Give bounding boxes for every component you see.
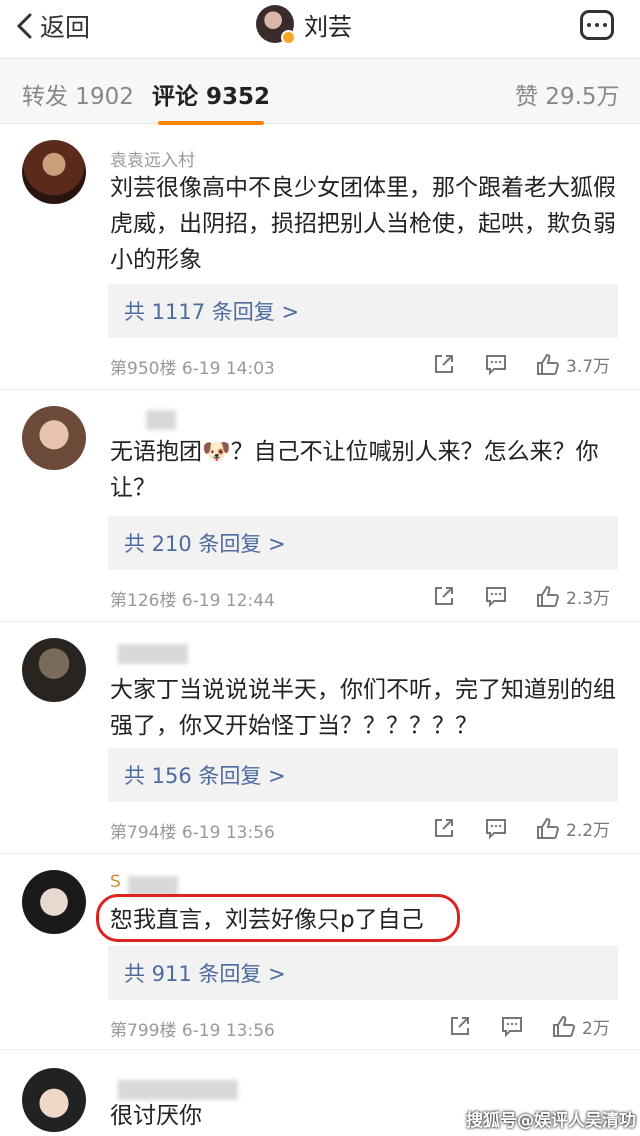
comment-item: 无语抱团🐶？自己不让位喊别人来？怎么来？你让？ 共 210 条回复 > 第126… [0, 390, 640, 622]
share-icon [435, 819, 453, 837]
comment-icon [486, 819, 506, 840]
view-replies-button[interactable]: 共 1117 条回复 > [108, 284, 618, 338]
like-count: 2.2万 [566, 821, 611, 841]
profile-header[interactable]: 刘芸 [256, 4, 352, 45]
like-count: 2.3万 [566, 589, 611, 609]
comment-text: 刘芸很像高中不良少女团体里，那个跟着老大狐假虎威，出阴招，损招把别人当枪使，起哄… [110, 175, 616, 273]
avatar[interactable] [256, 5, 296, 45]
thumbs-up-icon [537, 585, 560, 607]
comment-meta: 第950楼 6-19 14:03 [110, 359, 275, 379]
view-replies-button[interactable]: 共 210 条回复 > [108, 516, 618, 570]
comment-icon [486, 355, 506, 376]
avatar[interactable] [22, 140, 86, 204]
view-replies-button[interactable]: 共 156 条回复 > [108, 748, 618, 802]
avatar[interactable] [22, 1068, 86, 1132]
like-count: 2万 [582, 1019, 610, 1039]
like-button[interactable]: 2万 [552, 1014, 610, 1039]
thumbs-up-icon [537, 353, 560, 375]
like-button[interactable]: 2.2万 [536, 816, 610, 841]
comment-button[interactable] [484, 816, 508, 840]
comment-meta: 第794楼 6-19 13:56 [110, 823, 275, 843]
comment-icon [502, 1017, 522, 1038]
thumbs-up-icon [553, 1015, 576, 1037]
username-redacted [146, 410, 176, 430]
username-redacted [118, 1080, 238, 1100]
username-redacted [128, 876, 178, 896]
comment-text: 大家丁当说说说半天，你们不听，完了知道别的组强了，你又开始怪丁当？？？？？？ [110, 677, 616, 739]
tab-likes[interactable]: 赞 29.5万 [515, 77, 620, 111]
like-button[interactable]: 3.7万 [536, 352, 610, 377]
username-redacted [118, 644, 188, 664]
comment-icon [486, 587, 506, 608]
comment-button[interactable] [484, 584, 508, 608]
comment-meta: 第799楼 6-19 13:56 [110, 1021, 275, 1041]
page-title: 刘芸 [304, 12, 352, 41]
share-button[interactable] [432, 816, 456, 840]
highlight-annotation [96, 894, 460, 942]
like-count: 3.7万 [566, 357, 611, 377]
more-options-button[interactable] [580, 10, 614, 40]
comment-button[interactable] [484, 352, 508, 376]
dot-icon [587, 23, 591, 27]
share-icon [435, 587, 453, 605]
comment-text: 无语抱团🐶？自己不让位喊别人来？怎么来？你让？ [110, 439, 599, 501]
share-button[interactable] [432, 584, 456, 608]
thumbs-up-icon [537, 817, 560, 839]
comment-item: S 恕我直言，刘芸好像只p了自己 共 911 条回复 > 第799楼 6-19 … [0, 854, 640, 1050]
stats-tabs: 转发 1902 评论 9352 赞 29.5万 [0, 58, 640, 125]
top-navbar: 返回 刘芸 [0, 0, 640, 52]
comment-username[interactable]: S [110, 872, 121, 892]
share-button[interactable] [448, 1014, 472, 1038]
comment-button[interactable] [500, 1014, 524, 1038]
avatar[interactable] [22, 870, 86, 934]
share-icon [435, 355, 453, 373]
view-replies-button[interactable]: 共 911 条回复 > [108, 946, 618, 1000]
watermark: 搜狐号@娱评人吴清功 [466, 1111, 636, 1131]
dot-icon [595, 23, 599, 27]
comment-username[interactable]: 袁袁远入村 [110, 146, 195, 171]
comment-meta: 第126楼 6-19 12:44 [110, 591, 275, 611]
back-label: 返回 [40, 13, 91, 42]
back-button[interactable]: 返回 [14, 6, 90, 46]
verified-badge-icon [281, 30, 296, 45]
avatar[interactable] [22, 406, 86, 470]
tab-comments[interactable]: 评论 9352 [152, 77, 270, 125]
chevron-left-icon [16, 13, 32, 39]
dot-icon [603, 23, 607, 27]
comment-item: 大家丁当说说说半天，你们不听，完了知道别的组强了，你又开始怪丁当？？？？？？ 共… [0, 622, 640, 854]
comment-item: 袁袁远入村 刘芸很像高中不良少女团体里，那个跟着老大狐假虎威，出阴招，损招把别人… [0, 126, 640, 390]
share-icon [451, 1017, 469, 1035]
share-button[interactable] [432, 352, 456, 376]
avatar[interactable] [22, 638, 86, 702]
like-button[interactable]: 2.3万 [536, 584, 610, 609]
tab-repost[interactable]: 转发 1902 [22, 77, 134, 111]
